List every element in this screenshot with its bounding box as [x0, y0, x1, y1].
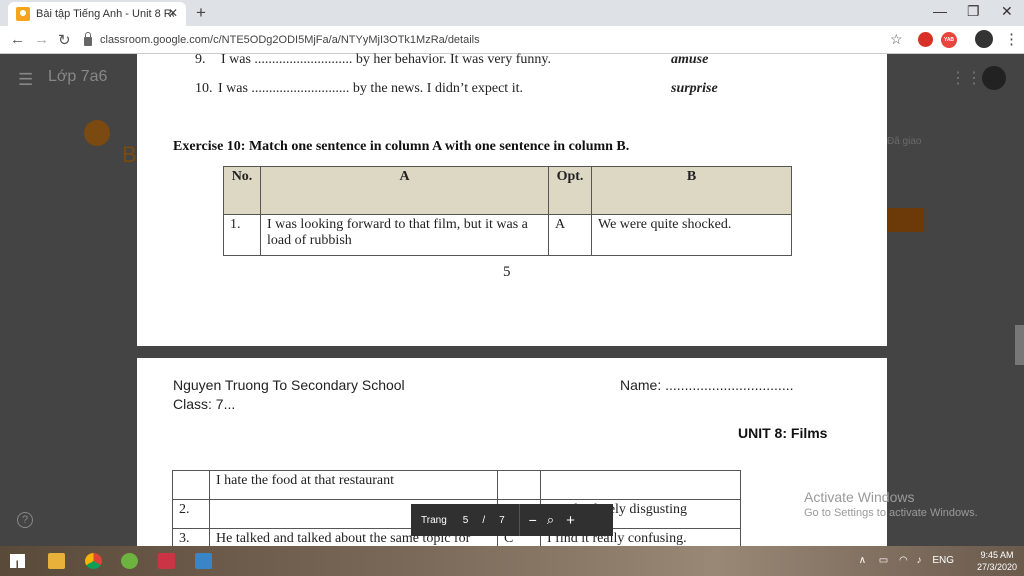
assignment-initial: B: [122, 142, 137, 167]
toolbar-divider: [518, 504, 520, 536]
reload-icon[interactable]: ↻: [58, 31, 71, 49]
assigned-status: Đã giao: [887, 136, 922, 147]
clock[interactable]: 9:45 AM 27/3/2020: [977, 549, 1017, 573]
current-page-input[interactable]: 5: [463, 515, 469, 526]
school-name: Nguyen Truong To Secondary School: [173, 377, 405, 393]
windows-start-icon[interactable]: [10, 554, 25, 568]
cell-no: [172, 470, 210, 500]
close-tab-icon[interactable]: ✕: [168, 6, 178, 20]
extension-icon[interactable]: [918, 32, 933, 47]
browser-tab[interactable]: Bài tập Tiếng Anh - Unit 8 Revisio ✕: [8, 2, 186, 26]
scrollbar[interactable]: [1015, 325, 1024, 365]
cell-opt: [497, 470, 541, 500]
activation-watermark-title: Activate Windows: [804, 489, 915, 505]
match-table: No. A Opt. B 1. I was looking forward to…: [223, 166, 792, 256]
header-opt: Opt.: [548, 166, 592, 215]
cell-no: 1.: [223, 214, 261, 256]
tab-title: Bài tập Tiếng Anh - Unit 8 Revisio: [36, 8, 174, 20]
extension-badge-icon[interactable]: YAB: [941, 32, 957, 48]
page-separator: /: [482, 514, 486, 526]
system-tray[interactable]: ∧ ▭ ◠ ♪ ENG: [859, 555, 954, 566]
app-icon[interactable]: [121, 553, 138, 569]
user-avatar[interactable]: [982, 66, 1006, 90]
table-row: 1. I was looking forward to that film, b…: [223, 214, 792, 256]
photos-icon[interactable]: [195, 553, 212, 569]
zoom-in-button[interactable]: +: [566, 512, 575, 529]
page-label: Trang: [421, 514, 447, 526]
network-icon[interactable]: ▭: [879, 555, 888, 566]
hamburger-menu-icon[interactable]: ☰: [18, 70, 33, 90]
assignment-icon: [84, 120, 110, 146]
cell-b: [540, 470, 741, 500]
close-window-button[interactable]: ✕: [1001, 3, 1013, 20]
classroom-favicon-icon: [16, 7, 30, 21]
cell-opt: A: [548, 214, 592, 256]
minimize-button[interactable]: —: [933, 3, 947, 19]
url-text: classroom.google.com/c/NTE5ODg2ODI5MjFa/…: [100, 34, 480, 46]
exercise-sentence: I was ............................ by th…: [218, 81, 523, 96]
tray-chevron-icon[interactable]: ∧: [859, 555, 866, 566]
header-a: A: [260, 166, 549, 215]
clock-date: 27/3/2020: [977, 562, 1018, 572]
address-bar: ← → ↻ classroom.google.com/c/NTE5ODg2ODI…: [0, 26, 1024, 54]
lock-icon: [84, 31, 92, 46]
name-label: Name: .................................: [620, 377, 794, 393]
side-action-button[interactable]: [887, 208, 923, 232]
app-icon[interactable]: [158, 553, 175, 569]
exercise-hint-word: amuse: [671, 52, 709, 67]
cell-a: I hate the food at that restaurant: [209, 470, 498, 500]
help-icon[interactable]: ?: [17, 512, 33, 528]
file-explorer-icon[interactable]: [48, 553, 65, 569]
url-field[interactable]: classroom.google.com/c/NTE5ODg2ODI5MjFa/…: [84, 29, 914, 51]
table-row: I hate the food at that restaurant: [172, 470, 741, 500]
cell-a: I was looking forward to that film, but …: [260, 214, 549, 256]
pdf-page: 9. I was ............................ by…: [137, 52, 887, 346]
header-b: B: [591, 166, 792, 215]
bookmark-star-icon[interactable]: ☆: [890, 31, 903, 48]
taskbar: ∧ ▭ ◠ ♪ ENG 9:45 AM 27/3/2020: [0, 546, 1024, 576]
table-header-row: No. A Opt. B: [223, 166, 792, 215]
activation-watermark-subtitle: Go to Settings to activate Windows.: [804, 507, 978, 519]
language-indicator[interactable]: ENG: [932, 555, 954, 566]
restore-button[interactable]: ❐: [967, 3, 980, 20]
pdf-page-toolbar: Trang 5 / 7 − ⌕ +: [411, 504, 613, 536]
exercise-sentence: I was ............................ by he…: [221, 52, 551, 67]
exercise-number: 10.: [195, 81, 213, 96]
class-title: Lớp 7a6: [48, 68, 108, 85]
forward-arrow-icon[interactable]: →: [34, 31, 49, 48]
new-tab-button[interactable]: +: [196, 3, 206, 23]
profile-avatar[interactable]: [975, 30, 993, 48]
volume-icon[interactable]: ♪: [917, 555, 922, 566]
back-arrow-icon[interactable]: ←: [10, 31, 25, 48]
exercise-title: Exercise 10: Match one sentence in colum…: [173, 139, 630, 154]
unit-title: UNIT 8: Films: [738, 425, 828, 441]
exercise-hint-word: surprise: [671, 81, 718, 96]
wifi-icon[interactable]: ◠: [899, 555, 908, 566]
total-pages: 7: [499, 514, 505, 526]
header-no: No.: [223, 166, 261, 215]
cell-no: 2.: [172, 499, 210, 529]
page-number: 5: [503, 264, 511, 280]
exercise-number: 9.: [195, 52, 206, 67]
zoom-icon[interactable]: ⌕: [547, 512, 554, 528]
cell-b: We were quite shocked.: [591, 214, 792, 256]
more-menu-icon[interactable]: ⋮: [1004, 30, 1019, 48]
zoom-out-button[interactable]: −: [529, 512, 537, 528]
tab-bar: Bài tập Tiếng Anh - Unit 8 Revisio ✕ + —…: [0, 0, 1024, 26]
chrome-icon[interactable]: [85, 553, 102, 569]
class-label: Class: 7...: [173, 396, 236, 412]
clock-time: 9:45 AM: [980, 550, 1014, 560]
